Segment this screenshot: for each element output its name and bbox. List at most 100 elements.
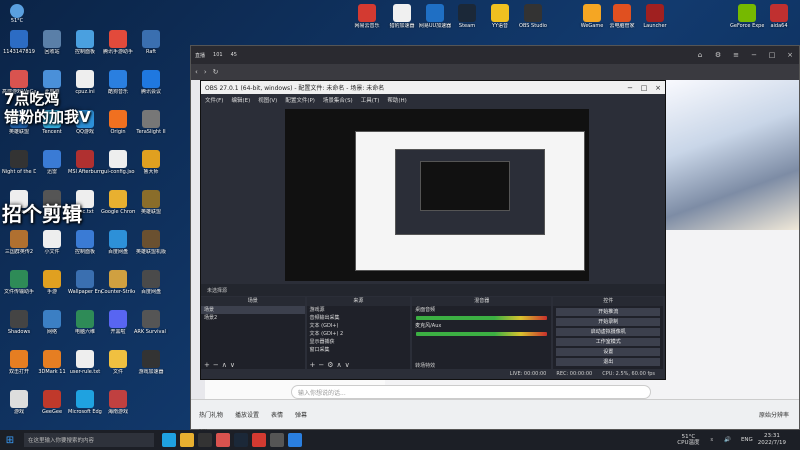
top-app-icon[interactable]: 云电脑管家	[605, 2, 639, 44]
maximize-icon[interactable]: □	[763, 51, 781, 59]
windows-start-icon[interactable]: ⊞	[0, 435, 20, 446]
top-app-icon[interactable]: Launcher	[638, 2, 672, 44]
top-app-icon[interactable]: OBS Studio	[516, 2, 550, 44]
tab-count[interactable]: 101	[213, 52, 223, 58]
weather-widget[interactable]: 51°C	[2, 4, 32, 26]
source-item[interactable]: 窗口采集	[307, 346, 411, 354]
desktop-icon[interactable]: Wallpaper Engine	[68, 268, 102, 310]
minimize-icon[interactable]: −	[745, 51, 763, 59]
top-app-icon[interactable]: 网易UU加速器	[418, 2, 452, 44]
obs-preview[interactable]	[285, 109, 589, 281]
obs-menu-item[interactable]: 文件(F)	[205, 96, 223, 104]
desktop-icon[interactable]: 百度网盘	[101, 228, 135, 270]
top-app-icon[interactable]: GeForce Experience	[730, 2, 764, 44]
sources-toolbar[interactable]: +−⚙∧∨	[310, 361, 353, 369]
obs-menu-item[interactable]: 工具(T)	[361, 96, 380, 104]
obs-maximize-icon[interactable]: □	[637, 84, 651, 92]
taskbar-app-icon[interactable]	[198, 433, 212, 447]
obs-menu-item[interactable]: 编辑(E)	[231, 96, 250, 104]
desktop-icon[interactable]: TeraSlight II	[134, 108, 168, 150]
tray-temp[interactable]: 51°C CPU温度	[677, 434, 699, 446]
desktop-icon[interactable]: Origin	[101, 108, 135, 150]
desktop-icon[interactable]: 开黑啦	[101, 308, 135, 350]
desktop-icon[interactable]: 网络	[35, 308, 69, 350]
desktop-icon[interactable]: 文件	[101, 348, 135, 390]
desktop-icon[interactable]: 鲁大师	[134, 148, 168, 190]
source-item[interactable]: 文本 (GDI+) 2	[307, 330, 411, 338]
top-app-icon[interactable]: 网易云音乐	[350, 2, 384, 44]
desktop-icon[interactable]: 腾讯会议	[134, 68, 168, 110]
chat-input[interactable]: 输入你想说的话...	[291, 385, 651, 399]
obs-control-button[interactable]: 启动虚拟摄像机	[556, 328, 660, 336]
desktop-icon[interactable]: ARK Survival Evolved	[134, 308, 168, 350]
obs-control-button[interactable]: 开始推流	[556, 308, 660, 316]
desktop-icon[interactable]: gui-config.json	[101, 148, 135, 190]
desktop-icon[interactable]: 文件传输助手	[2, 268, 36, 310]
menu-icon[interactable]: ≡	[727, 51, 745, 59]
obs-minimize-icon[interactable]: −	[623, 84, 637, 92]
desktop-icon[interactable]: 英雄联盟	[134, 188, 168, 230]
home-icon[interactable]: ⌂	[691, 51, 709, 59]
settings-icon[interactable]: ⚙	[709, 51, 727, 59]
desktop-icon[interactable]: 1143147819	[2, 28, 36, 70]
tab-fans[interactable]: 45	[231, 52, 237, 58]
transitions-tab[interactable]: 转场特效	[415, 362, 435, 369]
tray-volume-icon[interactable]: 🔊	[724, 437, 731, 443]
obs-menu-item[interactable]: 帮助(H)	[387, 96, 406, 104]
tray-clock[interactable]: 23:31 2022/7/19	[758, 433, 786, 447]
desktop-icon[interactable]: 百度网盘	[134, 268, 168, 310]
desktop-icon[interactable]: 手游	[35, 268, 69, 310]
source-item[interactable]: 游戏源	[307, 306, 411, 314]
desktop-icon[interactable]: Counter-Strike Global Off...	[101, 268, 135, 310]
taskbar-app-icon[interactable]	[216, 433, 230, 447]
bottom-item-play[interactable]: 播放设置	[235, 410, 259, 419]
desktop-icon[interactable]: 游戏	[2, 388, 36, 430]
obs-control-button[interactable]: 开始录制	[556, 318, 660, 326]
top-app-icon[interactable]: WeGame	[575, 2, 609, 44]
taskbar-search[interactable]: 在这里输入你要搜索的内容	[24, 433, 154, 447]
desktop-icon[interactable]: cpuz.ini	[68, 68, 102, 110]
volume-meter[interactable]	[416, 316, 548, 320]
obs-menu-item[interactable]: 场景集合(S)	[323, 96, 353, 104]
close-icon[interactable]: ×	[781, 51, 799, 59]
top-app-icon[interactable]: YY语音	[483, 2, 517, 44]
top-app-icon[interactable]: 猎豹加速器	[385, 2, 419, 44]
scenes-toolbar[interactable]: +−∧∨	[204, 361, 238, 369]
resolution-label[interactable]: 原始分辨率	[759, 410, 789, 419]
desktop-icon[interactable]: Shadows	[2, 308, 36, 350]
desktop-icon[interactable]: 双击打开	[2, 348, 36, 390]
tab-live[interactable]: 直播	[195, 52, 205, 59]
bottom-item-emoji[interactable]: 表情	[271, 410, 283, 419]
desktop-icon[interactable]: 腾讯手游助手	[101, 28, 135, 70]
obs-control-button[interactable]: 工作室模式	[556, 338, 660, 346]
desktop-icon[interactable]: 3DMark 11	[35, 348, 69, 390]
obs-close-icon[interactable]: ×	[651, 84, 665, 92]
desktop-icon[interactable]: 英雄联盟机版	[134, 228, 168, 270]
source-item[interactable]: 显示器捕获	[307, 338, 411, 346]
taskbar-app-icon[interactable]	[180, 433, 194, 447]
desktop-icon[interactable]: 控制面板	[68, 228, 102, 270]
desktop-icon[interactable]: user-rule.txt	[68, 348, 102, 390]
taskbar-app-icon[interactable]	[270, 433, 284, 447]
desktop-icon[interactable]: Night of the Dead	[2, 148, 36, 190]
top-app-icon[interactable]: aida64	[762, 2, 796, 44]
taskbar-app-icon[interactable]	[288, 433, 302, 447]
desktop-icon[interactable]: 电脑六维	[68, 308, 102, 350]
desktop-icon[interactable]: GeeGee	[35, 388, 69, 430]
top-app-icon[interactable]: Steam	[450, 2, 484, 44]
forward-icon[interactable]: ›	[204, 68, 207, 76]
taskbar-app-icon[interactable]	[234, 433, 248, 447]
refresh-icon[interactable]: ↻	[213, 68, 219, 76]
volume-meter[interactable]	[416, 332, 548, 336]
desktop-icon[interactable]: 游戏加速器	[134, 348, 168, 390]
desktop-icon[interactable]: 回收站	[35, 28, 69, 70]
bottom-item-danmaku[interactable]: 弹幕	[295, 410, 307, 419]
taskbar-app-icon[interactable]	[252, 433, 266, 447]
desktop-icon[interactable]: 酷狗音乐	[101, 68, 135, 110]
back-icon[interactable]: ‹	[195, 68, 198, 76]
obs-menu-item[interactable]: 视图(V)	[258, 96, 277, 104]
tray-lang[interactable]: ENG	[741, 437, 753, 443]
desktop-icon[interactable]: 三国群英传2	[2, 228, 36, 270]
desktop-icon[interactable]: 迅雷	[35, 148, 69, 190]
obs-control-button[interactable]: 退出	[556, 358, 660, 366]
